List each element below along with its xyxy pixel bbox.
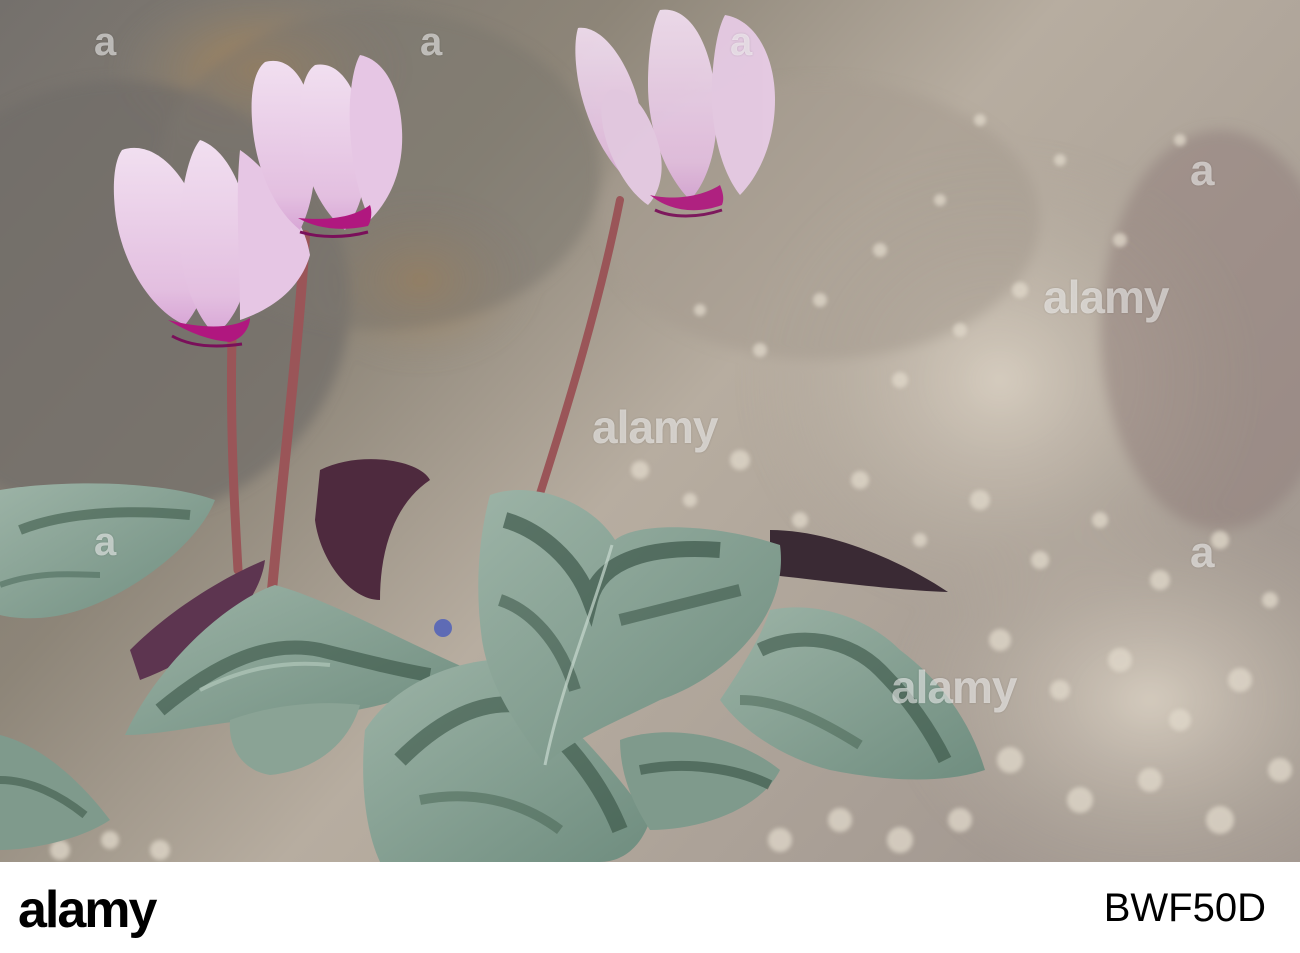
- logo-text: alamy: [18, 881, 157, 939]
- image-id: BWF50D: [1103, 886, 1266, 930]
- photo-illustration: [0, 0, 1300, 862]
- small-bud: [434, 619, 452, 637]
- stock-footer-bar: alamy BWF50D: [0, 862, 1300, 953]
- alamy-logo[interactable]: alamy: [18, 880, 157, 940]
- stock-photo-frame: alamy alamy alamy a a a a a a alamy BWF5…: [0, 0, 1300, 953]
- cyclamen-photo: alamy alamy alamy a a a a a a: [0, 0, 1300, 862]
